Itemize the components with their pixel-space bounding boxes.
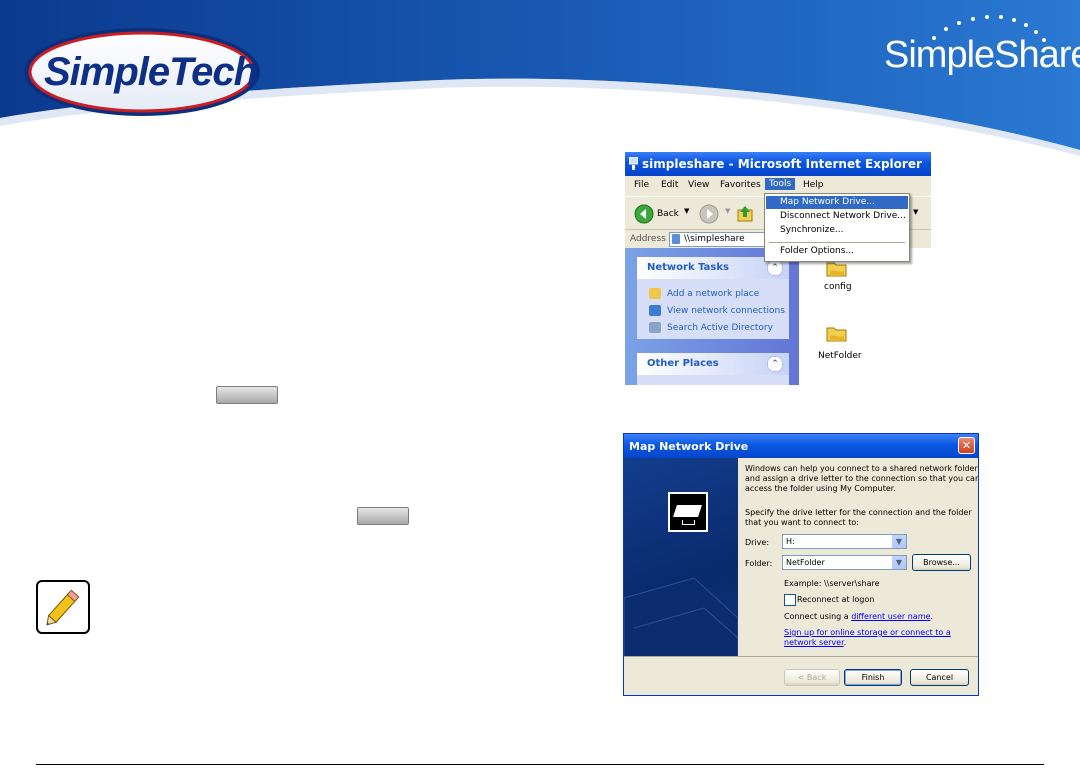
browse-button[interactable]: Browse...	[912, 554, 971, 571]
finish-button[interactable]: Finish	[844, 669, 902, 686]
folder-label: Folder:	[745, 559, 773, 568]
folder-value: NetFolder	[786, 558, 825, 567]
back-button-label[interactable]: Back	[657, 209, 679, 219]
pencil-note-icon	[36, 580, 90, 634]
other-places-panel	[637, 375, 789, 385]
menu-item-synchronize[interactable]: Synchronize...	[766, 224, 908, 237]
dialog-title: Map Network Drive	[629, 440, 749, 453]
menu-item-folder-options[interactable]: Folder Options...	[766, 245, 908, 258]
task-add-network-place[interactable]: Add a network place	[667, 289, 759, 299]
decorative-art	[624, 577, 738, 657]
specify-line-1: Specify the drive letter for the connect…	[745, 508, 972, 517]
chevron-down-icon[interactable]: ▼	[891, 556, 906, 569]
task-pane: Network Tasks ⌃ Add a network place View…	[625, 248, 799, 385]
cancel-button[interactable]: Cancel	[910, 669, 969, 686]
header-banner: SimpleTech SimpleShare	[0, 0, 1080, 160]
folder-netfolder-label[interactable]: NetFolder	[818, 351, 862, 361]
chevron-down-icon[interactable]: ▼	[891, 535, 906, 548]
signup-link-line-2-wrap: network server.	[784, 638, 846, 648]
folder-view: config NetFolder	[799, 248, 931, 385]
forward-dropdown-icon[interactable]: ▼	[725, 207, 730, 215]
menu-item-disconnect-network-drive[interactable]: Disconnect Network Drive...	[766, 210, 908, 223]
drive-select[interactable]: H: ▼	[782, 534, 907, 549]
menu-separator	[769, 242, 905, 243]
placeholder-button-graphic	[216, 386, 278, 404]
other-places-header[interactable]: Other Places ⌃	[637, 353, 789, 375]
signup-suffix: .	[843, 638, 847, 647]
ie-menu-bar: File Edit View Favorites Tools Help	[625, 176, 931, 194]
other-places-title: Other Places	[647, 358, 719, 369]
example-text: Example: \\server\share	[784, 579, 880, 588]
task-view-network-connections[interactable]: View network connections	[667, 306, 785, 316]
menu-favorites[interactable]: Favorites	[720, 180, 761, 190]
signup-link-line-2[interactable]: network server	[784, 638, 844, 647]
menu-view[interactable]: View	[688, 180, 709, 190]
menu-tools[interactable]: Tools	[765, 178, 796, 190]
placeholder-button-graphic	[357, 507, 409, 525]
footer-rule	[36, 764, 1044, 765]
reconnect-label[interactable]: Reconnect at logon	[797, 595, 874, 605]
dialog-content: Windows can help you connect to a shared…	[738, 458, 978, 657]
menu-help[interactable]: Help	[803, 180, 824, 190]
folder-config-label[interactable]: config	[824, 282, 852, 292]
network-tasks-title: Network Tasks	[647, 262, 729, 273]
drive-value: H:	[786, 537, 795, 546]
dialog-title-bar: Map Network Drive ✕	[624, 434, 978, 458]
intro-line-1: Windows can help you connect to a shared…	[745, 464, 978, 473]
reconnect-checkbox[interactable]	[784, 594, 796, 606]
menu-item-map-network-drive[interactable]: Map Network Drive...	[766, 196, 908, 209]
network-drive-icon	[668, 492, 708, 532]
drive-label: Drive:	[745, 538, 770, 547]
task-search-active-directory[interactable]: Search Active Directory	[667, 323, 773, 333]
address-field[interactable]: \\simpleshare	[669, 232, 766, 247]
dialog-button-separator	[624, 656, 978, 657]
back-arrow-icon[interactable]	[634, 204, 654, 224]
up-folder-icon[interactable]	[737, 205, 755, 223]
address-label: Address	[630, 234, 666, 244]
forward-arrow-icon[interactable]	[699, 204, 719, 224]
map-network-drive-dialog: Map Network Drive ✕ Windows can help you…	[623, 433, 979, 696]
network-location-icon	[672, 234, 680, 244]
ie-title-bar: simpleshare - Microsoft Internet Explore…	[625, 152, 931, 176]
different-user-name-link[interactable]: different user name	[851, 612, 930, 621]
shared-folder-icon[interactable]	[826, 323, 848, 343]
folder-input[interactable]: NetFolder ▼	[782, 555, 907, 570]
menu-edit[interactable]: Edit	[661, 180, 678, 190]
specify-line-2: that you want to connect to:	[745, 518, 859, 527]
dialog-side-graphic	[624, 458, 738, 657]
ie-window-title: simpleshare - Microsoft Internet Explore…	[642, 157, 922, 171]
search-directory-icon	[649, 322, 661, 333]
intro-line-2: and assign a drive letter to the connect…	[745, 474, 979, 483]
add-network-place-icon	[649, 288, 661, 299]
collapse-chevron-icon[interactable]: ⌃	[767, 260, 783, 276]
connect-using-text: Connect using a different user name.	[784, 612, 933, 622]
ie-window-screenshot: simpleshare - Microsoft Internet Explore…	[625, 152, 931, 385]
network-computer-icon	[629, 157, 638, 170]
collapse-chevron-icon[interactable]: ⌃	[767, 356, 783, 372]
simpleshare-logo: SimpleShare	[884, 34, 1080, 76]
signup-link-line-1[interactable]: Sign up for online storage or connect to…	[784, 628, 951, 638]
tools-menu-dropdown: Map Network Drive... Disconnect Network …	[764, 193, 910, 262]
network-connections-icon	[649, 305, 661, 316]
back-button[interactable]: < Back	[784, 669, 840, 686]
address-value: \\simpleshare	[684, 234, 745, 244]
connect-suffix: .	[930, 612, 933, 621]
intro-line-3: access the folder using My Computer.	[745, 484, 896, 493]
close-icon[interactable]: ✕	[958, 437, 975, 454]
connect-prefix: Connect using a	[784, 612, 852, 621]
back-dropdown-icon[interactable]: ▼	[684, 207, 689, 215]
toolbar-overflow-icon[interactable]: ▼	[913, 208, 918, 216]
simpletech-logo: SimpleTech	[44, 50, 258, 94]
menu-file[interactable]: File	[634, 180, 649, 190]
